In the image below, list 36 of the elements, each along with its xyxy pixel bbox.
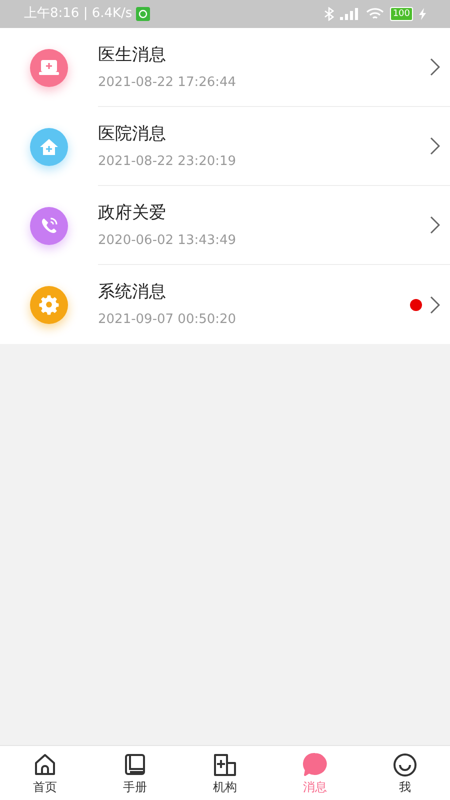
message-time: 2021-09-07 00:50:20 bbox=[98, 312, 238, 327]
chevron-right-icon bbox=[430, 58, 440, 76]
house-icon bbox=[30, 128, 68, 166]
status-time: 上午8:16 | 6.4K/s bbox=[24, 5, 132, 24]
battery-indicator: 100 bbox=[390, 7, 413, 21]
message-category-item[interactable]: 医生消息 2021-08-22 17:26:44 bbox=[0, 28, 450, 107]
message-time: 2020-06-02 13:43:49 bbox=[98, 232, 238, 248]
chat-bubble-icon bbox=[302, 752, 328, 778]
smiley-icon bbox=[392, 752, 418, 778]
gear-icon bbox=[30, 286, 68, 324]
tab-item[interactable]: 手册 bbox=[90, 746, 180, 800]
wifi-icon bbox=[366, 8, 384, 20]
category-title: 医院消息 bbox=[98, 124, 167, 144]
message-category-item[interactable]: 医院消息 2021-08-22 23:20:19 bbox=[0, 107, 450, 186]
message-time: 2021-08-22 17:26:44 bbox=[98, 74, 238, 90]
chevron-right-icon bbox=[430, 137, 440, 155]
book-icon bbox=[122, 752, 148, 778]
phone-icon bbox=[30, 206, 68, 244]
tab-item[interactable]: 机构 bbox=[180, 746, 270, 800]
home-icon bbox=[32, 752, 58, 778]
category-title: 系统消息 bbox=[98, 282, 167, 302]
category-title: 政府关爱 bbox=[98, 202, 167, 222]
message-category-item[interactable]: 政府关爱 2020-06-02 13:43:49 bbox=[0, 186, 450, 265]
building-plus-icon bbox=[212, 752, 238, 778]
message-category-item[interactable]: 系统消息 2021-09-07 00:50:20 bbox=[0, 265, 450, 344]
tab-item[interactable]: 我 bbox=[360, 746, 450, 800]
app-notification-icon bbox=[136, 7, 150, 21]
chevron-right-icon bbox=[430, 216, 440, 234]
charging-icon bbox=[419, 8, 426, 20]
tab-item[interactable]: 首页 bbox=[0, 746, 90, 800]
bluetooth-icon bbox=[324, 7, 334, 21]
message-time: 2021-08-22 23:20:19 bbox=[98, 154, 238, 168]
laptop-icon bbox=[30, 48, 68, 86]
category-title: 医生消息 bbox=[98, 44, 167, 64]
chevron-right-icon bbox=[430, 296, 440, 314]
signal-icon bbox=[340, 8, 360, 20]
